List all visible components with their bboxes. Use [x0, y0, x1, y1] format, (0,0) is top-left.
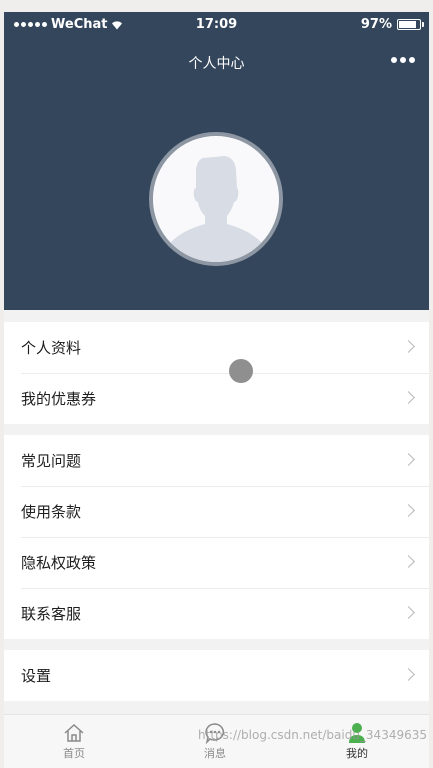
chevron-right-icon — [402, 340, 415, 353]
menu-item-label: 个人资料 — [21, 339, 82, 357]
default-avatar-icon — [153, 136, 279, 262]
page-title: 个人中心 — [188, 56, 245, 72]
menu-item-coupons[interactable]: 我的优惠券 — [4, 373, 429, 424]
watermark: https://blog.csdn.net/baidu_34349635 — [198, 728, 427, 742]
chevron-right-icon — [402, 391, 415, 404]
status-bar: WeChat 17:09 97% — [4, 12, 429, 38]
tab-label: 消息 — [204, 747, 226, 760]
menu-item-faq[interactable]: 常见问题 — [4, 435, 429, 486]
menu-item-terms[interactable]: 使用条款 — [4, 486, 429, 537]
chevron-right-icon — [402, 668, 415, 681]
status-right: 97% — [360, 17, 424, 32]
avatar[interactable] — [149, 132, 283, 266]
menu-item-profile[interactable]: 个人资料 — [4, 322, 429, 373]
menu-item-label: 常见问题 — [21, 452, 82, 470]
phone-screen: WeChat 17:09 97% 个人中心 个人资料 我的优惠券 常见问题 使用… — [4, 12, 429, 768]
menu-item-label: 我的优惠券 — [21, 390, 97, 408]
chevron-right-icon — [402, 555, 415, 568]
menu-item-label: 使用条款 — [21, 503, 82, 521]
home-icon — [64, 723, 84, 742]
menu-group-settings: 设置 — [4, 650, 429, 701]
profile-header: WeChat 17:09 97% 个人中心 — [4, 12, 429, 310]
tab-home[interactable]: 首页 — [29, 721, 119, 761]
tab-label: 我的 — [346, 747, 368, 760]
menu-item-privacy[interactable]: 隐私权政策 — [4, 537, 429, 588]
menu-item-settings[interactable]: 设置 — [4, 650, 429, 701]
menu-item-label: 联系客服 — [21, 605, 82, 623]
chevron-right-icon — [402, 504, 415, 517]
chevron-right-icon — [402, 453, 415, 466]
menu-group-account: 个人资料 我的优惠券 — [4, 322, 429, 424]
tab-label: 首页 — [63, 747, 85, 760]
battery-icon — [397, 19, 424, 30]
chevron-right-icon — [402, 606, 415, 619]
more-options-icon[interactable] — [391, 57, 415, 63]
menu-item-label: 隐私权政策 — [21, 554, 97, 572]
menu-item-label: 设置 — [21, 667, 52, 685]
touch-indicator — [229, 359, 253, 383]
battery-percent: 97% — [360, 17, 392, 32]
menu-item-contact[interactable]: 联系客服 — [4, 588, 429, 639]
menu-group-info: 常见问题 使用条款 隐私权政策 联系客服 — [4, 435, 429, 639]
